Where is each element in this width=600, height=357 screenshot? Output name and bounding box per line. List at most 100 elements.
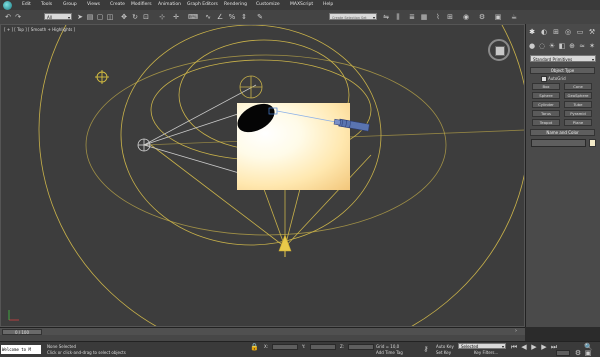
select-rotate-icon[interactable]: ↻ [131, 13, 139, 21]
menu-customize[interactable]: Customize [256, 2, 280, 7]
torus-button[interactable]: Torus [532, 110, 560, 117]
reflector-umbrella-object [237, 103, 275, 133]
redo-icon[interactable]: ↷ [14, 13, 22, 21]
chevron-down-icon: ▾ [372, 15, 375, 20]
rectangular-selection-icon[interactable]: ▢ [96, 13, 104, 21]
select-object-icon[interactable]: ➤ [76, 13, 84, 21]
camera-object [333, 118, 370, 132]
auto-key-button[interactable]: Auto Key [436, 344, 454, 349]
maxscript-listener-mini[interactable]: Welcome to M [1, 345, 41, 354]
menu-tools[interactable]: Tools [41, 2, 52, 7]
x-coordinate-field[interactable] [272, 344, 298, 350]
menu-edit[interactable]: Edit [22, 2, 31, 7]
scene-objects-overlay [8, 103, 370, 321]
window-crossing-icon[interactable]: ◫ [106, 13, 114, 21]
shapes-icon[interactable]: ◌ [538, 42, 546, 50]
next-frame-icon[interactable]: › [515, 328, 517, 334]
undo-icon[interactable]: ↶ [4, 13, 12, 21]
object-type-rollout-header[interactable]: Object Type [530, 67, 595, 74]
modify-tab-icon[interactable]: ◐ [540, 28, 548, 36]
viewport-top[interactable] [0, 24, 525, 327]
helpers-icon[interactable]: ⊕ [568, 42, 576, 50]
menu-group[interactable]: Group [63, 2, 77, 7]
menu-views[interactable]: Views [87, 2, 100, 7]
pyramid-button[interactable]: Pyramid [564, 110, 592, 117]
snaps-toggle-icon[interactable]: ∿ [204, 13, 212, 21]
graphite-tools-icon[interactable]: ▦ [420, 13, 428, 21]
align-icon[interactable]: ⫼ [394, 13, 402, 21]
object-name-field[interactable] [531, 139, 586, 147]
render-setup-icon[interactable]: ⚙ [478, 13, 486, 21]
utilities-tab-icon[interactable]: ⚒ [588, 28, 596, 36]
percent-snap-icon[interactable]: % [228, 13, 236, 21]
systems-icon[interactable]: ✶ [588, 42, 596, 50]
cameras-icon[interactable]: ◧ [558, 42, 566, 50]
menu-maxscript[interactable]: MAXScript [290, 2, 313, 7]
tube-button[interactable]: Tube [564, 101, 592, 108]
set-key-button[interactable]: Set Key [436, 350, 451, 355]
cylinder-button[interactable]: Cylinder [532, 101, 560, 108]
menu-rendering[interactable]: Rendering [224, 2, 247, 7]
geometry-icon[interactable]: ● [528, 42, 536, 50]
viewcube-top-face[interactable] [495, 46, 505, 56]
application-logo-icon[interactable] [3, 1, 12, 10]
select-by-name-icon[interactable]: ▤ [86, 13, 94, 21]
create-tab-icon[interactable]: ✱ [528, 28, 536, 36]
keyboard-shortcut-icon[interactable]: ⌨ [188, 13, 198, 21]
primitives-dropdown[interactable]: Standard Primitives ▾ [530, 55, 596, 62]
viewcube-ring[interactable] [488, 39, 510, 61]
geosphere-button[interactable]: GeoSphere [564, 92, 592, 99]
edit-named-selection-icon[interactable]: ✎ [256, 13, 264, 21]
sphere-button[interactable]: Sphere [532, 92, 560, 99]
display-tab-icon[interactable]: ▭ [576, 28, 584, 36]
object-color-swatch[interactable] [589, 139, 596, 147]
z-coordinate-field[interactable] [348, 344, 374, 350]
box-button[interactable]: Box [532, 83, 560, 90]
name-and-color-rollout-header[interactable]: Name and Color [530, 129, 595, 136]
mirror-icon[interactable]: ⇋ [382, 13, 390, 21]
render-production-icon[interactable]: ☕ [510, 13, 518, 21]
command-panel-tabs: ✱ ◐ ⊞ ◎ ▭ ⚒ [528, 28, 598, 37]
layer-manager-icon[interactable]: ≣ [408, 13, 416, 21]
play-icon[interactable]: ▶ [530, 343, 538, 351]
angle-snap-icon[interactable]: ∠ [216, 13, 224, 21]
chevron-down-icon: ▾ [67, 15, 70, 20]
menu-help[interactable]: Help [323, 2, 333, 7]
lock-selection-icon[interactable]: 🔒 [250, 343, 259, 351]
menu-animation[interactable]: Animation [158, 2, 181, 7]
hierarchy-tab-icon[interactable]: ⊞ [552, 28, 560, 36]
lights-icon[interactable]: ☀ [548, 42, 556, 50]
cone-button[interactable]: Cone [564, 83, 592, 90]
space-warps-icon[interactable]: ≈ [578, 42, 586, 50]
use-pivot-icon[interactable]: ⊹ [158, 13, 166, 21]
rendered-frame-window-icon[interactable]: ▣ [494, 13, 502, 21]
schematic-view-icon[interactable]: ⊞ [446, 13, 454, 21]
go-to-start-icon[interactable]: ⏮ [510, 343, 518, 351]
prompt-line-text: Click or click-and-drag to select object… [47, 350, 126, 355]
teapot-button[interactable]: Teapot [532, 119, 560, 126]
menu-create[interactable]: Create [110, 2, 125, 7]
spinner-snap-icon[interactable]: ⇕ [240, 13, 248, 21]
select-move-icon[interactable]: ✥ [120, 13, 128, 21]
previous-frame-icon[interactable]: ◀ [520, 343, 528, 351]
select-manipulate-icon[interactable]: ✛ [172, 13, 180, 21]
plane-button[interactable]: Plane [564, 119, 592, 126]
curve-editor-icon[interactable]: ⌇ [434, 13, 442, 21]
next-frame-icon[interactable]: ▶ [540, 343, 548, 351]
select-scale-icon[interactable]: ⊡ [142, 13, 150, 21]
menu-modifiers[interactable]: Modifiers [131, 2, 152, 7]
menu-graph-editors[interactable]: Graph Editors [187, 2, 218, 7]
motion-tab-icon[interactable]: ◎ [564, 28, 572, 36]
chevron-down-icon: ▾ [591, 57, 594, 62]
named-selection-dropdown[interactable]: Create Selection Set ▾ [329, 13, 377, 20]
key-mode-dropdown[interactable]: Selected ▾ [458, 343, 506, 349]
add-time-tag-button[interactable]: Add Time Tag [376, 350, 403, 355]
current-frame-field[interactable] [556, 350, 570, 356]
selection-filter-dropdown[interactable]: All ▾ [44, 13, 72, 20]
viewport-label[interactable]: [ + ] [ Top ] [ Smooth + Highlights ] [4, 27, 75, 32]
key-icon[interactable]: ⚷ [422, 345, 430, 353]
material-editor-icon[interactable]: ◉ [462, 13, 470, 21]
key-filters-button[interactable]: Key Filters... [474, 350, 498, 355]
y-coordinate-field[interactable] [310, 344, 336, 350]
autogrid-checkbox[interactable] [541, 76, 547, 82]
